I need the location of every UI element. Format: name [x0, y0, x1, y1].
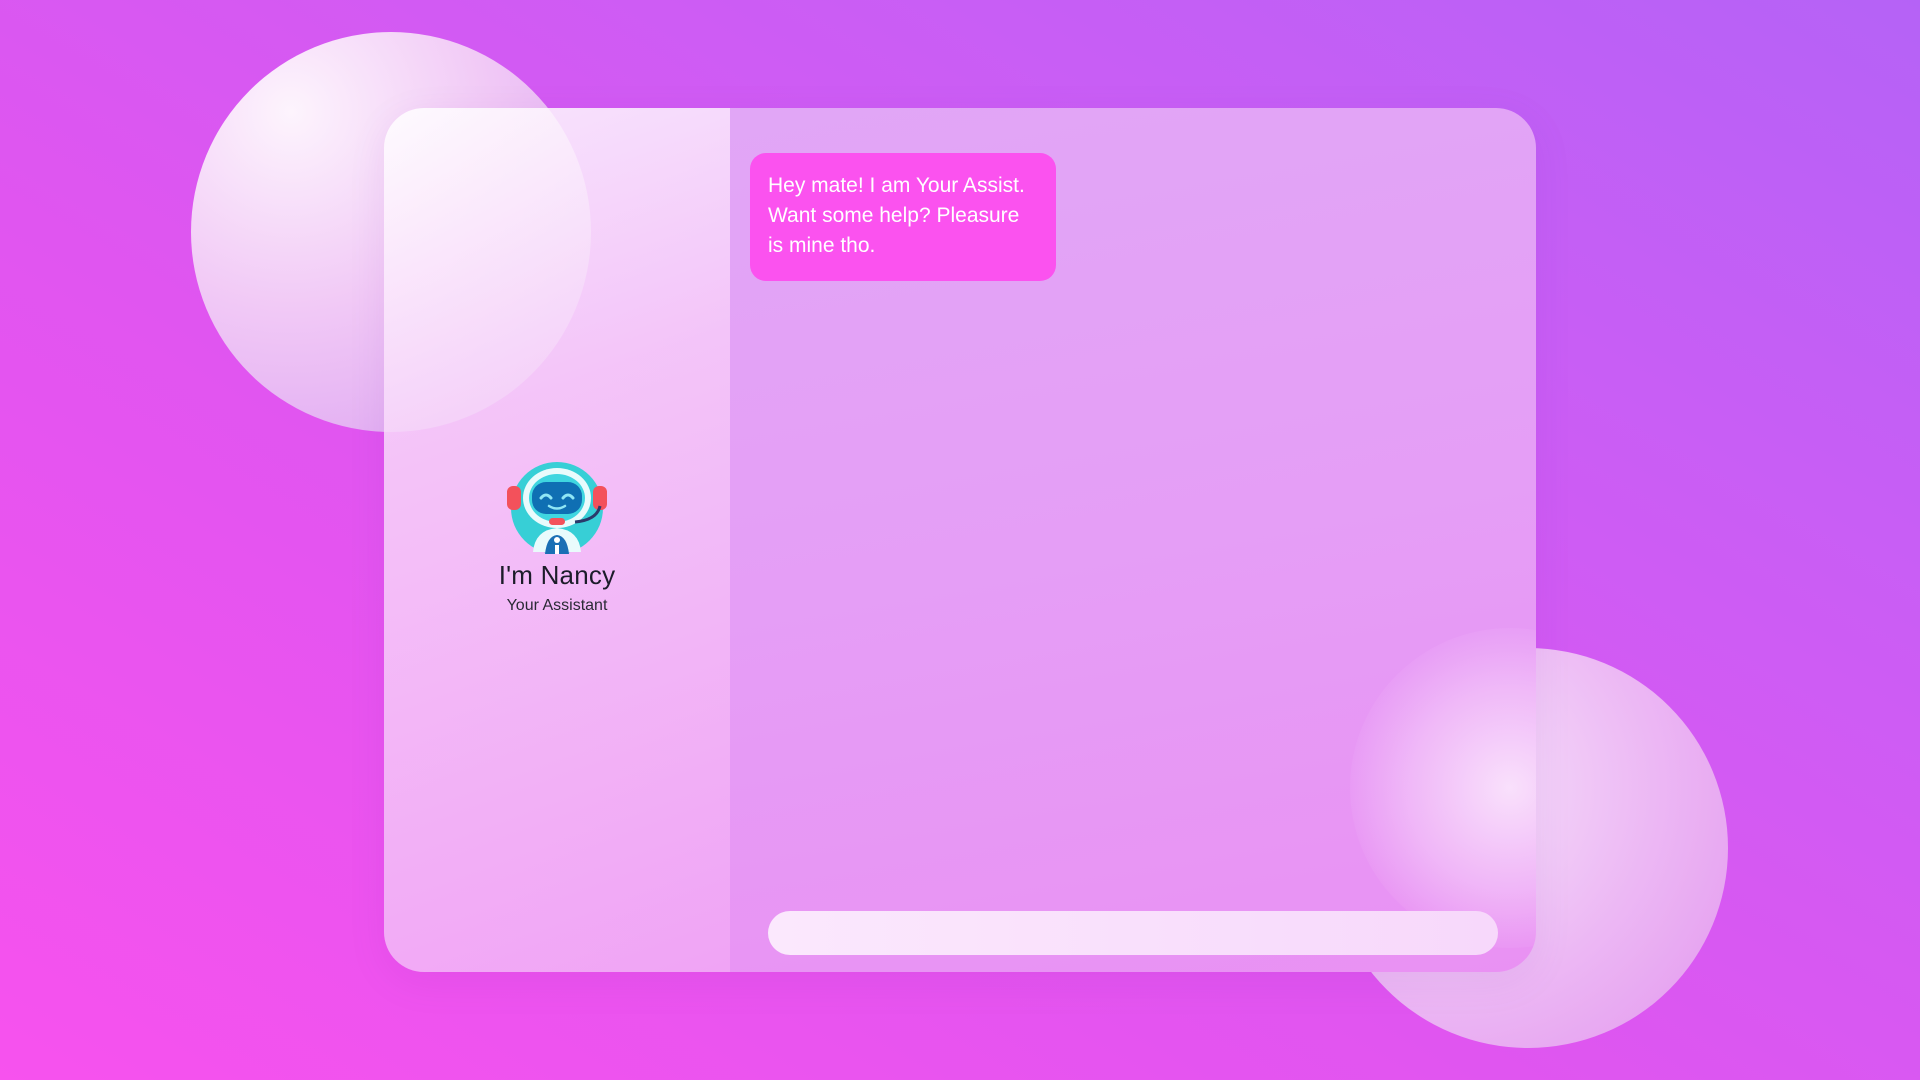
chat-panel: Hey mate! I am Your Assist. Want some he… — [730, 108, 1536, 972]
chat-window: I'm Nancy Your Assistant Hey mate! I am … — [384, 108, 1536, 972]
decorative-glow — [1350, 628, 1536, 948]
assistant-message-bubble: Hey mate! I am Your Assist. Want some he… — [750, 153, 1056, 281]
robot-avatar-icon — [505, 460, 609, 556]
assistant-sidebar: I'm Nancy Your Assistant — [384, 108, 730, 972]
assistant-role: Your Assistant — [506, 596, 608, 614]
assistant-name: I'm Nancy — [498, 559, 616, 590]
message-input[interactable] — [768, 911, 1498, 955]
